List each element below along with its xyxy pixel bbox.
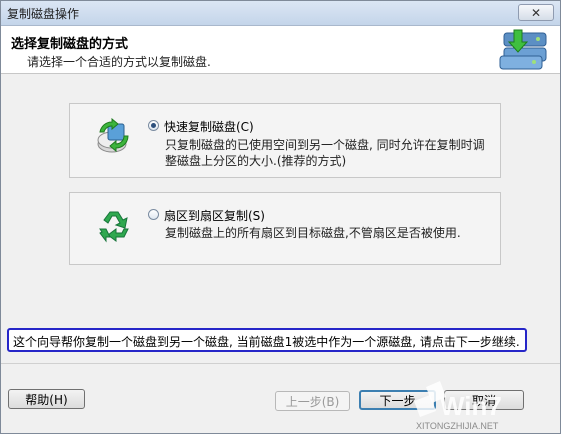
close-icon: ✕ (530, 5, 542, 20)
fast-copy-description: 只复制磁盘的已使用空间到另一个磁盘, 同时允许在复制时调整磁盘上分区的大小.(推… (165, 138, 485, 168)
disk-copy-icon (499, 29, 547, 70)
page-subtitle: 请选择一个合适的方式以复制磁盘. (27, 55, 211, 69)
info-text: 这个向导帮你复制一个磁盘到另一个磁盘, 当前磁盘1被选中作为一个源磁盘, 请点击… (13, 335, 520, 349)
fast-copy-radio[interactable] (148, 120, 159, 131)
watermark-brand: Win7 (440, 391, 502, 421)
window-title: 复制磁盘操作 (7, 7, 80, 21)
sector-copy-label[interactable]: 扇区到扇区复制(S) (164, 207, 265, 224)
back-button[interactable]: 上一步(B) (275, 391, 350, 411)
fast-copy-label[interactable]: 快速复制磁盘(C) (164, 118, 254, 135)
close-button[interactable]: ✕ (518, 4, 554, 21)
watermark-url: XITONGZHIJIA.NET (416, 421, 499, 431)
wizard-content: 快速复制磁盘(C) 只复制磁盘的已使用空间到另一个磁盘, 同时允许在复制时调整磁… (1, 74, 560, 362)
sector-copy-radio[interactable] (148, 209, 159, 220)
page-title: 选择复制磁盘的方式 (11, 37, 129, 52)
fast-copy-icon (97, 118, 129, 153)
disk-copy-dialog: 复制磁盘操作 ✕ 选择复制磁盘的方式 请选择一个合适的方式以复制磁盘. 快速复制… (0, 0, 561, 434)
sector-copy-option[interactable]: 扇区到扇区复制(S) 复制磁盘上的所有扇区到目标磁盘,不管扇区是否被使用. (69, 192, 501, 265)
sector-copy-description: 复制磁盘上的所有扇区到目标磁盘,不管扇区是否被使用. (165, 226, 461, 240)
wizard-header: 选择复制磁盘的方式 请选择一个合适的方式以复制磁盘. (1, 26, 560, 74)
help-button[interactable]: 帮助(H) (8, 389, 85, 409)
watermark-logo: Win7 XITONGZHIJIA.NET (414, 381, 502, 431)
recycle-icon (99, 211, 129, 243)
title-bar[interactable]: 复制磁盘操作 ✕ (1, 1, 560, 26)
fast-copy-option[interactable]: 快速复制磁盘(C) 只复制磁盘的已使用空间到另一个磁盘, 同时允许在复制时调整磁… (69, 103, 501, 178)
info-message: 这个向导帮你复制一个磁盘到另一个磁盘, 当前磁盘1被选中作为一个源磁盘, 请点击… (7, 328, 527, 352)
